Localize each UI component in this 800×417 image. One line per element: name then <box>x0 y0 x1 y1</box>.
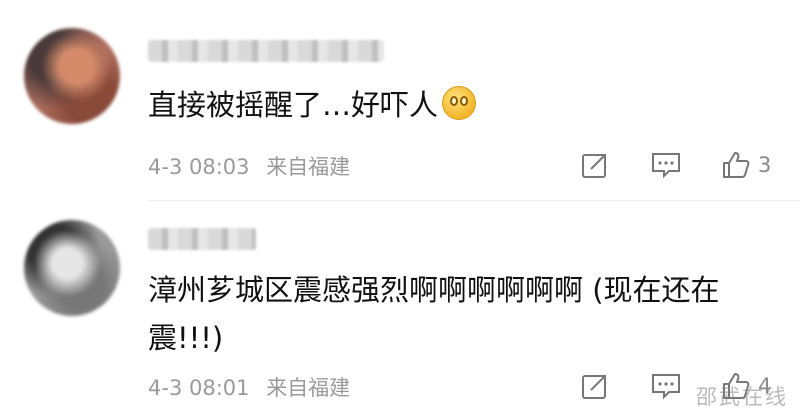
share-icon <box>582 154 606 178</box>
comment-text: 漳州芗城区震感强烈啊啊啊啊啊啊 (现在还在震!!!) <box>148 273 720 355</box>
like-count: 3 <box>758 153 772 177</box>
username-blurred[interactable] <box>148 40 384 62</box>
comment-item: 漳州芗城区震感强烈啊啊啊啊啊啊 (现在还在震!!!) 4-3 08:01 来自福… <box>0 200 800 417</box>
comment-source: 来自福建 <box>266 155 351 179</box>
share-icon <box>582 375 606 399</box>
comment-text: 直接被摇醒了…好吓人 <box>148 81 778 129</box>
like-button[interactable]: 3 <box>720 145 771 185</box>
comment-meta: 4-3 08:03 来自福建 <box>148 151 360 181</box>
username-blurred[interactable] <box>148 228 256 250</box>
like-icon <box>723 152 750 178</box>
avatar[interactable] <box>24 220 120 316</box>
reply-button[interactable] <box>650 145 682 185</box>
comment-time: 4-3 08:01 <box>148 376 250 400</box>
avatar[interactable] <box>24 28 120 124</box>
comment-meta: 4-3 08:01 来自福建 <box>148 372 360 402</box>
reply-button[interactable] <box>650 366 682 406</box>
comment-source: 来自福建 <box>266 376 351 400</box>
watermark: 邵武在线 <box>696 385 788 409</box>
share-button[interactable] <box>580 145 610 185</box>
comment-text-content: 直接被摇醒了…好吓人 <box>148 88 439 122</box>
comment-time: 4-3 08:03 <box>148 155 250 179</box>
reply-icon <box>652 153 680 179</box>
comment-item: 直接被摇醒了…好吓人 4-3 08:03 来自福建 3 <box>0 0 800 200</box>
share-button[interactable] <box>580 366 610 406</box>
reply-icon <box>652 374 680 400</box>
comment-actions: 3 <box>560 145 800 185</box>
thinking-emoji-icon <box>442 86 477 120</box>
